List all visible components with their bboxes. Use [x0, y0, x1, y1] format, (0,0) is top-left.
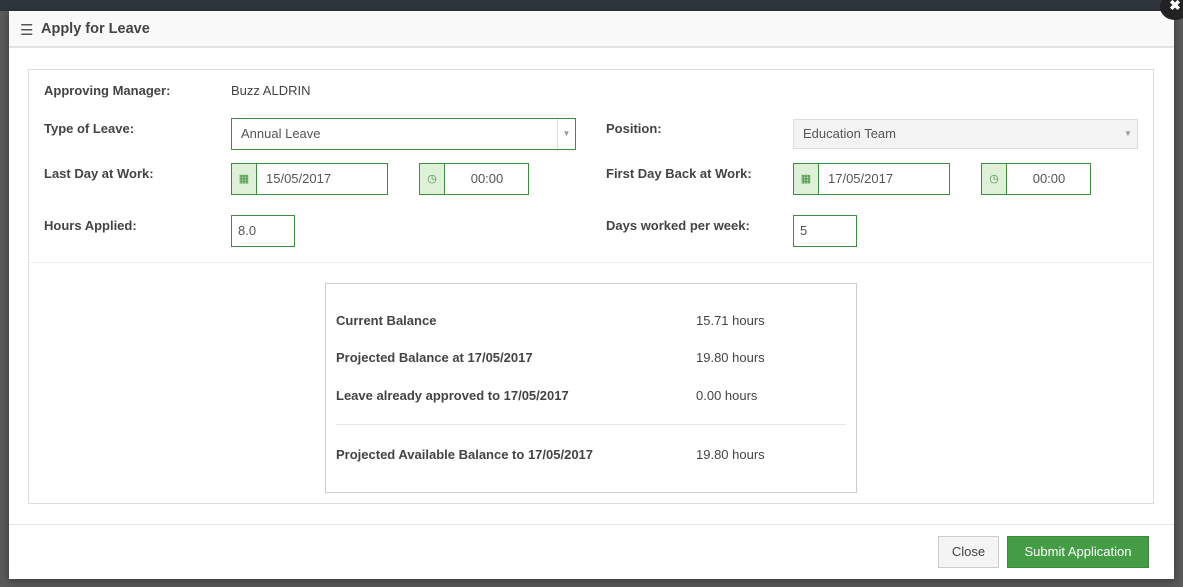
chevron-down-icon: ▼ [1124, 129, 1132, 138]
position-label: Position: [606, 121, 662, 136]
position-select[interactable]: Education Team ▼ [793, 119, 1138, 149]
modal-footer-divider [9, 524, 1174, 525]
clock-icon[interactable]: ◷ [420, 164, 445, 194]
hours-applied-input[interactable]: 8.0 [231, 215, 295, 247]
background-page-header [0, 0, 1183, 11]
first-day-back-date-input[interactable]: ▦ 17/05/2017 [793, 163, 950, 195]
apply-leave-modal: ☰ Apply for Leave Approving Manager: Buz… [9, 11, 1174, 579]
approving-manager-label: Approving Manager: [44, 83, 171, 98]
divider [336, 424, 846, 425]
position-value: Education Team [803, 126, 896, 141]
last-day-date-input[interactable]: ▦ 15/05/2017 [231, 163, 388, 195]
leave-form-panel: Approving Manager: Buzz ALDRIN Type of L… [28, 69, 1154, 504]
days-per-week-input[interactable]: 5 [793, 215, 857, 247]
hamburger-icon: ☰ [20, 22, 34, 39]
clock-icon[interactable]: ◷ [982, 164, 1007, 194]
calendar-icon[interactable]: ▦ [232, 164, 257, 194]
days-per-week-label: Days worked per week: [606, 218, 750, 233]
approving-manager-value: Buzz ALDRIN [231, 83, 311, 98]
submit-application-button[interactable]: Submit Application [1007, 536, 1149, 568]
type-of-leave-label: Type of Leave: [44, 121, 135, 136]
type-of-leave-value: Annual Leave [241, 126, 321, 141]
close-button[interactable]: Close [938, 536, 999, 568]
type-of-leave-select[interactable]: Annual Leave ▼ [231, 118, 576, 150]
first-day-back-label: First Day Back at Work: [606, 166, 752, 181]
modal-title: Apply for Leave [41, 21, 150, 37]
chevron-down-icon: ▼ [557, 119, 575, 149]
last-day-time-input[interactable]: ◷ 00:00 [419, 163, 529, 195]
divider [29, 262, 1153, 263]
first-day-back-time-input[interactable]: ◷ 00:00 [981, 163, 1091, 195]
modal-header: ☰ Apply for Leave [9, 11, 1174, 48]
last-day-label: Last Day at Work: [44, 166, 154, 181]
hours-applied-label: Hours Applied: [44, 218, 137, 233]
balance-summary: Current Balance 15.71 hours Projected Bal… [325, 283, 857, 493]
calendar-icon[interactable]: ▦ [794, 164, 819, 194]
